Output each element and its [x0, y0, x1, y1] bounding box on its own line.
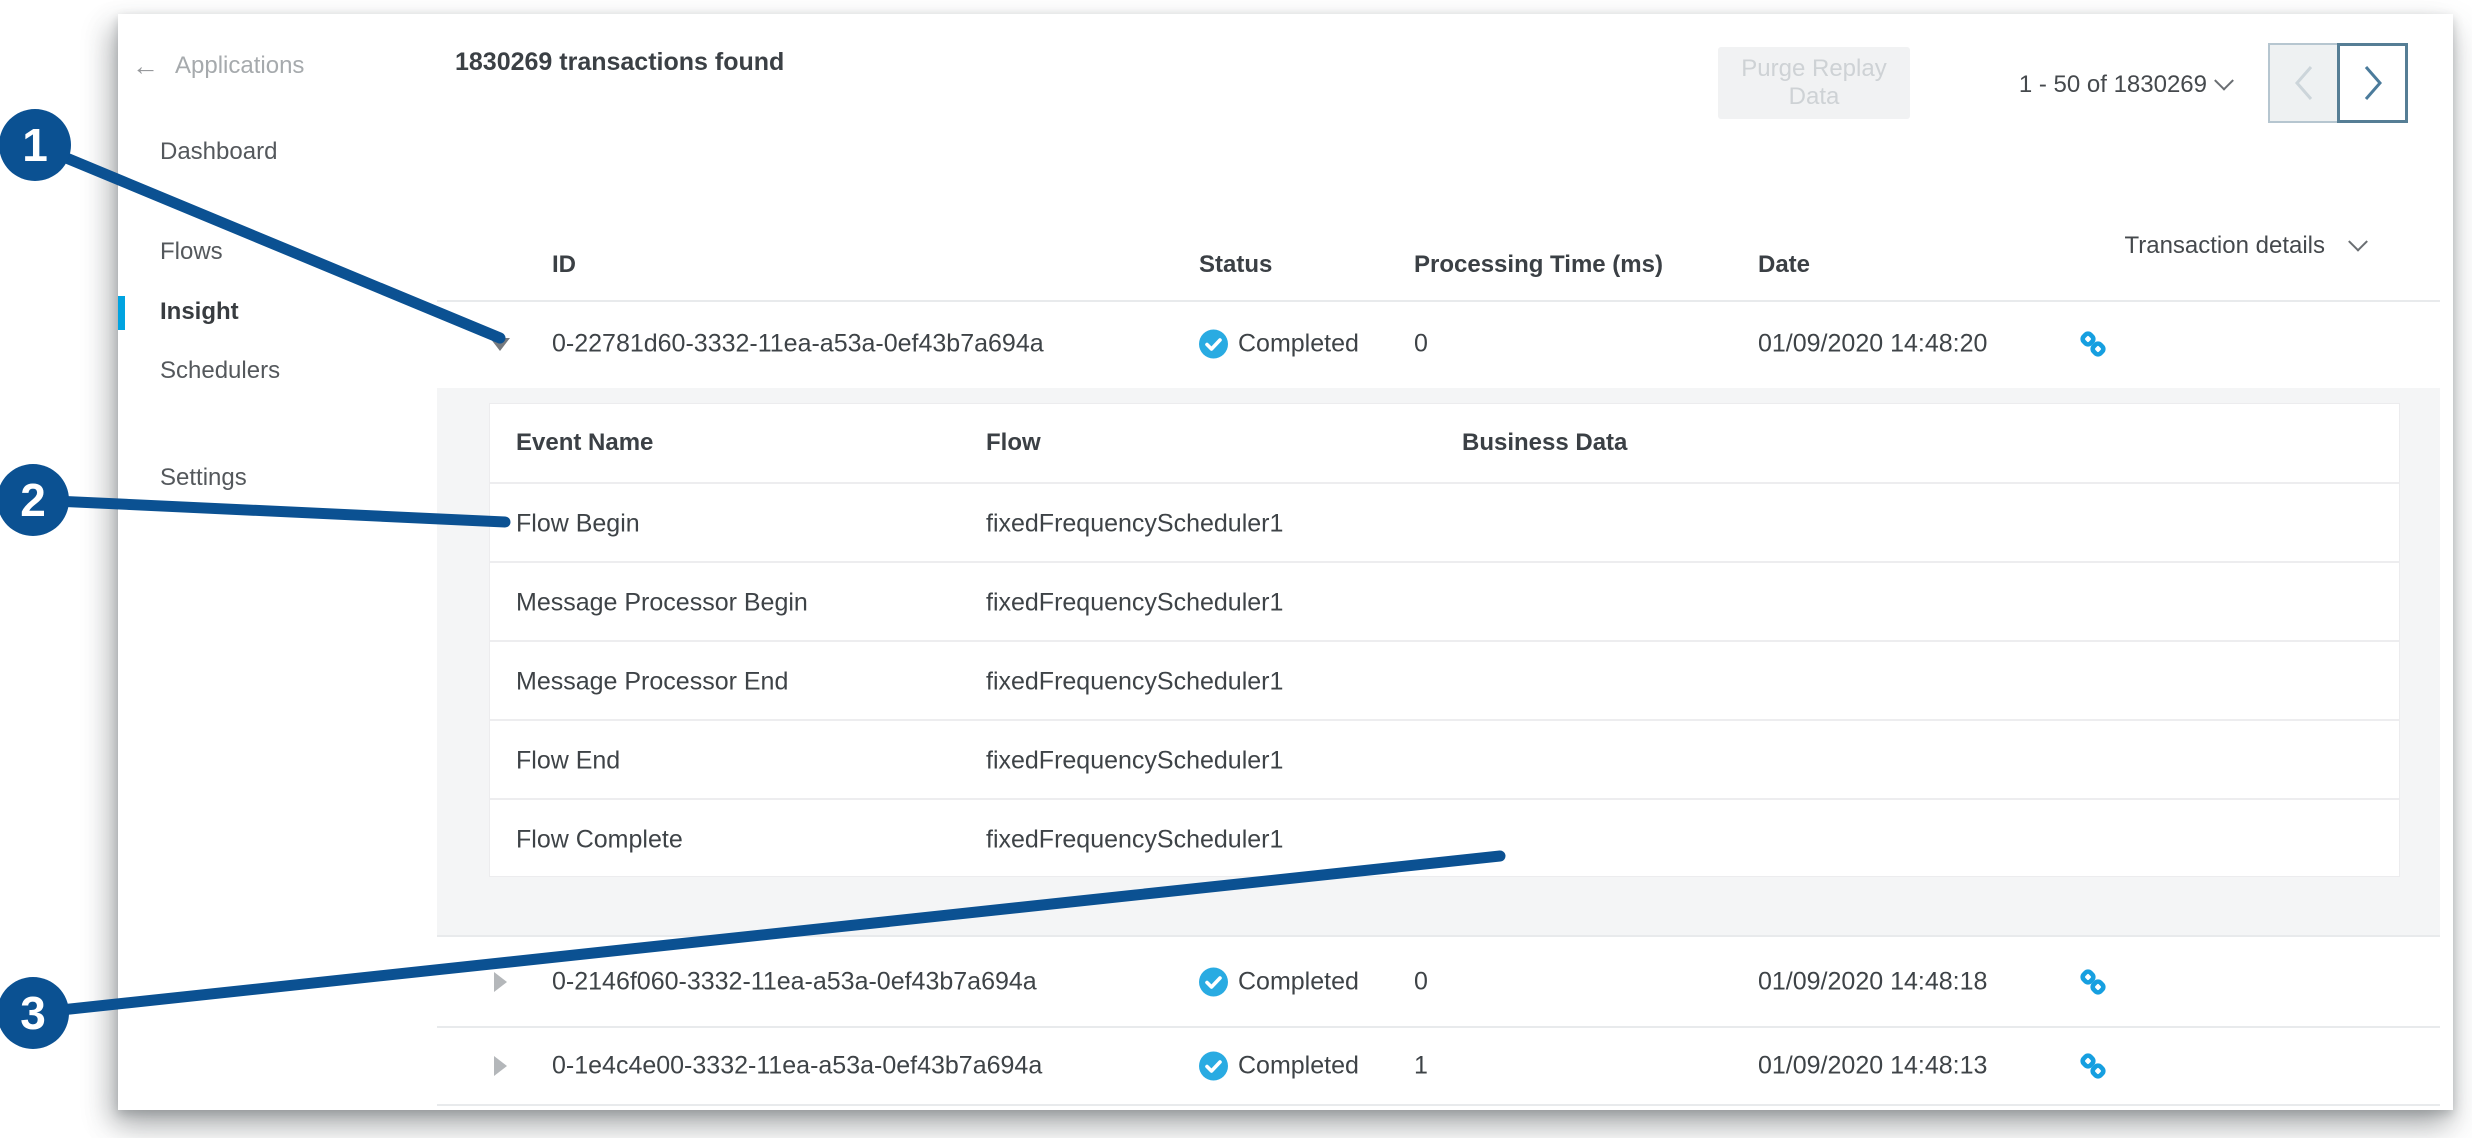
transaction-id: 0-2146f060-3332-11ea-a53a-0ef43b7a694a: [552, 967, 1037, 995]
event-row: Flow Begin fixedFrequencyScheduler1: [490, 484, 2399, 563]
events-column-header-event-name: Event Name: [516, 429, 654, 456]
page: ← Applications Dashboard Flows Insight S…: [0, 0, 2472, 1138]
back-arrow-icon: ←: [132, 50, 159, 81]
transaction-details-label: Transaction details: [2124, 232, 2325, 259]
chevron-down-icon: [2214, 70, 2234, 91]
event-row: Flow Complete fixedFrequencyScheduler1: [490, 800, 2399, 879]
expand-row-button[interactable]: [487, 1053, 513, 1079]
chevron-down-icon: [2348, 231, 2368, 252]
app-screenshot-frame: ← Applications Dashboard Flows Insight S…: [118, 14, 2453, 1110]
pagination-range-dropdown[interactable]: 1 - 50 of 1830269: [1913, 70, 2234, 99]
row-divider: [437, 1104, 2440, 1106]
link-icon[interactable]: [2076, 965, 2110, 999]
event-name: Flow Begin: [516, 509, 640, 537]
completed-check-icon: [1199, 329, 1228, 359]
transaction-row[interactable]: 0-2146f060-3332-11ea-a53a-0ef43b7a694a C…: [413, 937, 2453, 1026]
chevron-left-icon: [2294, 66, 2312, 100]
sidebar-item-dashboard[interactable]: Dashboard: [160, 138, 277, 166]
pagination-range-label: 1 - 50 of 1830269: [2018, 71, 2207, 98]
status-label: Completed: [1238, 1051, 1359, 1080]
completed-check-icon: [1199, 967, 1228, 996]
status-badge: Completed: [1199, 329, 1359, 359]
date-value: 01/09/2020 14:48:18: [1758, 967, 1988, 995]
transaction-id: 0-1e4c4e00-3332-11ea-a53a-0ef43b7a694a: [552, 1051, 1043, 1080]
event-name: Flow Complete: [516, 825, 683, 853]
date-value: 01/09/2020 14:48:13: [1758, 1051, 1988, 1080]
date-value: 01/09/2020 14:48:20: [1758, 329, 1988, 358]
pagination-buttons: [2268, 43, 2408, 123]
event-flow: fixedFrequencyScheduler1: [986, 588, 1284, 616]
transaction-id: 0-22781d60-3332-11ea-a53a-0ef43b7a694a: [552, 329, 1044, 358]
processing-time-value: 1: [1414, 1051, 1428, 1080]
column-header-processing-time: Processing Time (ms): [1414, 251, 1663, 278]
sidebar-back-applications[interactable]: ← Applications: [132, 52, 304, 80]
callout-circle-2: [0, 464, 69, 536]
events-column-header-business-data: Business Data: [1462, 429, 1628, 456]
previous-page-button[interactable]: [2268, 43, 2339, 123]
event-flow: fixedFrequencyScheduler1: [986, 746, 1284, 774]
main-content: 1830269 transactions found Purge Replay …: [413, 14, 2453, 1110]
event-name: Message Processor End: [516, 667, 789, 695]
event-flow: fixedFrequencyScheduler1: [986, 509, 1284, 537]
link-icon[interactable]: [2076, 1049, 2110, 1083]
processing-time-value: 0: [1414, 967, 1428, 995]
transaction-row[interactable]: 0-1e4c4e00-3332-11ea-a53a-0ef43b7a694a C…: [413, 1028, 2453, 1104]
callout-number-2: 2: [20, 474, 46, 526]
transactions-found-title: 1830269 transactions found: [455, 48, 785, 76]
sidebar-back-label: Applications: [175, 52, 305, 79]
column-header-date: Date: [1758, 251, 1811, 278]
event-row: Flow End fixedFrequencyScheduler1: [490, 721, 2399, 800]
link-icon[interactable]: [2076, 327, 2110, 361]
status-badge: Completed: [1199, 967, 1359, 996]
triangle-right-icon: [493, 971, 507, 992]
callout-circle-3: [0, 977, 69, 1049]
triangle-right-icon: [493, 1056, 507, 1076]
sidebar-item-insight[interactable]: Insight: [160, 298, 239, 326]
active-nav-indicator: [118, 296, 125, 330]
processing-time-value: 0: [1414, 329, 1428, 358]
column-header-status: Status: [1199, 251, 1273, 278]
triangle-down-icon: [490, 337, 510, 351]
expand-row-button[interactable]: [487, 969, 513, 995]
callout-number-1: 1: [22, 119, 48, 171]
event-name: Flow End: [516, 746, 621, 774]
sidebar-item-schedulers[interactable]: Schedulers: [160, 357, 280, 385]
status-label: Completed: [1238, 967, 1359, 995]
chevron-right-icon: [2364, 66, 2382, 100]
completed-check-icon: [1199, 1051, 1228, 1081]
events-table: Event Name Flow Business Data Flow Begin…: [489, 403, 2400, 877]
sidebar-item-settings[interactable]: Settings: [160, 464, 247, 492]
next-page-button[interactable]: [2337, 43, 2408, 123]
event-row: Message Processor Begin fixedFrequencySc…: [490, 563, 2399, 642]
callout-number-3: 3: [20, 987, 46, 1039]
status-badge: Completed: [1199, 1051, 1359, 1081]
transaction-row[interactable]: 0-22781d60-3332-11ea-a53a-0ef43b7a694a C…: [413, 300, 2453, 388]
event-name: Message Processor Begin: [516, 588, 808, 616]
expanded-transaction-panel: Event Name Flow Business Data Flow Begin…: [437, 388, 2440, 937]
purge-replay-data-button[interactable]: Purge Replay Data: [1718, 47, 1910, 119]
sidebar-item-flows[interactable]: Flows: [160, 238, 223, 266]
transaction-details-dropdown[interactable]: Transaction details: [2124, 231, 2368, 260]
event-flow: fixedFrequencyScheduler1: [986, 825, 1284, 853]
callout-circle-1: [0, 109, 71, 181]
column-header-id: ID: [552, 251, 576, 278]
collapse-row-button[interactable]: [487, 331, 513, 357]
event-flow: fixedFrequencyScheduler1: [986, 667, 1284, 695]
sidebar: ← Applications Dashboard Flows Insight S…: [118, 14, 415, 1110]
status-label: Completed: [1238, 329, 1359, 358]
event-row: Message Processor End fixedFrequencySche…: [490, 642, 2399, 721]
events-column-header-flow: Flow: [986, 429, 1041, 456]
